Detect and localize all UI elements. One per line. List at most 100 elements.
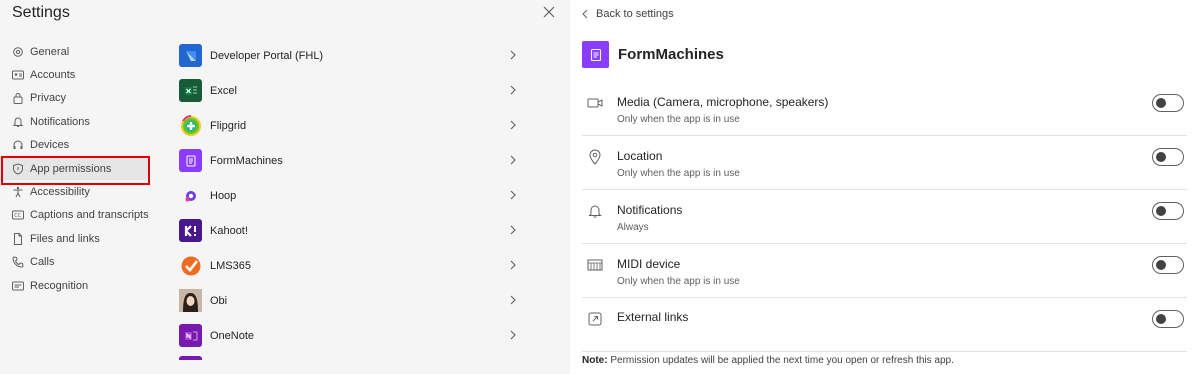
- back-label: Back to settings: [596, 8, 674, 20]
- svg-text:CC: CC: [14, 213, 21, 219]
- kahoot-logo: [179, 219, 202, 242]
- permission-name: MIDI device: [617, 257, 681, 271]
- app-row-developer-portal[interactable]: Developer Portal (FHL): [178, 38, 523, 73]
- permission-row-location: Location Only when the app is in use: [582, 136, 1187, 190]
- flipgrid-logo: [179, 114, 202, 137]
- app-title: FormMachines: [618, 46, 724, 63]
- excel-logo: [179, 79, 202, 102]
- nav-item-app-permissions[interactable]: App permissions: [0, 155, 150, 186]
- app-logo-partial: [179, 356, 202, 360]
- permission-name: External links: [617, 310, 689, 324]
- nav-item-label: Notifications: [30, 115, 90, 128]
- app-row-flipgrid[interactable]: Flipgrid: [178, 108, 523, 143]
- note-label: Note:: [582, 355, 608, 366]
- shield-icon: [12, 163, 24, 175]
- developer-portal-logo: [179, 44, 202, 67]
- bell-icon: [588, 205, 602, 218]
- nav-item-label: General: [30, 45, 70, 58]
- note-text: Permission updates will be applied the n…: [607, 355, 954, 366]
- app-name: Kahoot!: [210, 224, 248, 237]
- app-row-hoop[interactable]: Hoop: [178, 178, 523, 213]
- account-card-icon: [12, 69, 24, 81]
- nav-item-general[interactable]: General: [0, 40, 150, 63]
- permission-name: Location: [617, 149, 663, 163]
- app-name: Excel: [210, 84, 237, 97]
- back-to-settings-link[interactable]: Back to settings: [582, 8, 674, 20]
- app-row-lms365[interactable]: LMS365: [178, 248, 523, 283]
- nav-item-label: Devices: [30, 139, 70, 152]
- chevron-right-icon: [510, 155, 516, 165]
- permission-row-media: Media (Camera, microphone, speakers) Onl…: [582, 82, 1187, 136]
- permission-row-notifications: Notifications Always: [582, 190, 1187, 244]
- nav-item-files-and-links[interactable]: Files and links: [0, 227, 150, 250]
- headset-icon: [12, 139, 24, 151]
- nav-item-label: Files and links: [30, 232, 100, 245]
- formmachines-logo: [179, 149, 202, 172]
- external-link-icon: [588, 312, 602, 326]
- permission-subtext: Only when the app is in use: [617, 168, 740, 179]
- nav-item-label: Calls: [30, 256, 55, 269]
- app-name: Flipgrid: [210, 119, 247, 132]
- bell-icon: [12, 116, 24, 128]
- permission-subtext: Only when the app is in use: [617, 114, 740, 125]
- phone-icon: [12, 256, 24, 268]
- dialog-title: Settings: [12, 4, 70, 21]
- settings-nav: General Accounts Privacy Notifications D…: [0, 40, 150, 297]
- chevron-left-icon: [582, 9, 588, 19]
- nav-item-accounts[interactable]: Accounts: [0, 63, 150, 86]
- nav-item-label: Recognition: [30, 279, 89, 292]
- external-links-toggle[interactable]: [1152, 310, 1184, 328]
- obi-avatar: [179, 289, 202, 312]
- accessibility-icon: [12, 186, 24, 198]
- midi-keyboard-icon: [587, 259, 603, 271]
- nav-item-notifications[interactable]: Notifications: [0, 110, 150, 133]
- permission-subtext: Always: [617, 222, 649, 233]
- close-icon[interactable]: [541, 4, 557, 20]
- gear-icon: [12, 46, 24, 58]
- app-row-excel[interactable]: Excel: [178, 73, 523, 108]
- id-icon: [12, 280, 24, 292]
- cc-icon: CC: [12, 209, 24, 221]
- app-row-kahoot[interactable]: Kahoot!: [178, 213, 523, 248]
- nav-item-captions[interactable]: CC Captions and transcripts: [0, 204, 150, 227]
- midi-toggle[interactable]: [1152, 256, 1184, 274]
- notifications-toggle[interactable]: [1152, 202, 1184, 220]
- app-row-obi[interactable]: Obi: [178, 283, 523, 318]
- location-toggle[interactable]: [1152, 148, 1184, 166]
- nav-item-recognition[interactable]: Recognition: [0, 274, 150, 297]
- location-pin-icon: [589, 149, 601, 165]
- nav-item-calls[interactable]: Calls: [0, 251, 150, 274]
- nav-item-label: Accounts: [30, 69, 76, 82]
- media-toggle[interactable]: [1152, 94, 1184, 112]
- app-name: Hoop: [210, 189, 237, 202]
- chevron-right-icon: [510, 50, 516, 60]
- hoop-logo: [179, 184, 202, 207]
- chevron-right-icon: [510, 190, 516, 200]
- permission-note: Note: Permission updates will be applied…: [582, 355, 954, 366]
- app-name: FormMachines: [210, 154, 283, 167]
- onenote-logo: [179, 324, 202, 347]
- nav-item-label: App permissions: [30, 162, 112, 175]
- nav-item-label: Accessibility: [30, 186, 90, 199]
- app-header: FormMachines: [582, 41, 724, 68]
- permission-name: Notifications: [617, 203, 683, 217]
- lock-icon: [12, 92, 24, 105]
- app-row-onenote[interactable]: OneNote: [178, 318, 523, 353]
- nav-item-accessibility[interactable]: Accessibility: [0, 180, 150, 203]
- app-row-formmachines[interactable]: FormMachines: [178, 143, 523, 178]
- chevron-right-icon: [510, 225, 516, 235]
- nav-item-privacy[interactable]: Privacy: [0, 87, 150, 110]
- permission-subtext: Only when the app is in use: [617, 276, 740, 287]
- nav-item-devices[interactable]: Devices: [0, 134, 150, 157]
- app-name: LMS365: [210, 259, 251, 272]
- chevron-right-icon: [510, 120, 516, 130]
- chevron-right-icon: [510, 330, 516, 340]
- app-name: Developer Portal (FHL): [210, 49, 324, 62]
- permission-name: Media (Camera, microphone, speakers): [617, 95, 829, 109]
- app-name: OneNote: [210, 329, 255, 342]
- file-icon: [12, 232, 24, 245]
- nav-item-label: Captions and transcripts: [30, 209, 149, 222]
- app-permission-detail: Back to settings FormMachines Media (Cam…: [570, 0, 1200, 374]
- nav-item-label: Privacy: [30, 92, 67, 105]
- app-list: Developer Portal (FHL) Excel Flipgrid Fo…: [178, 38, 523, 360]
